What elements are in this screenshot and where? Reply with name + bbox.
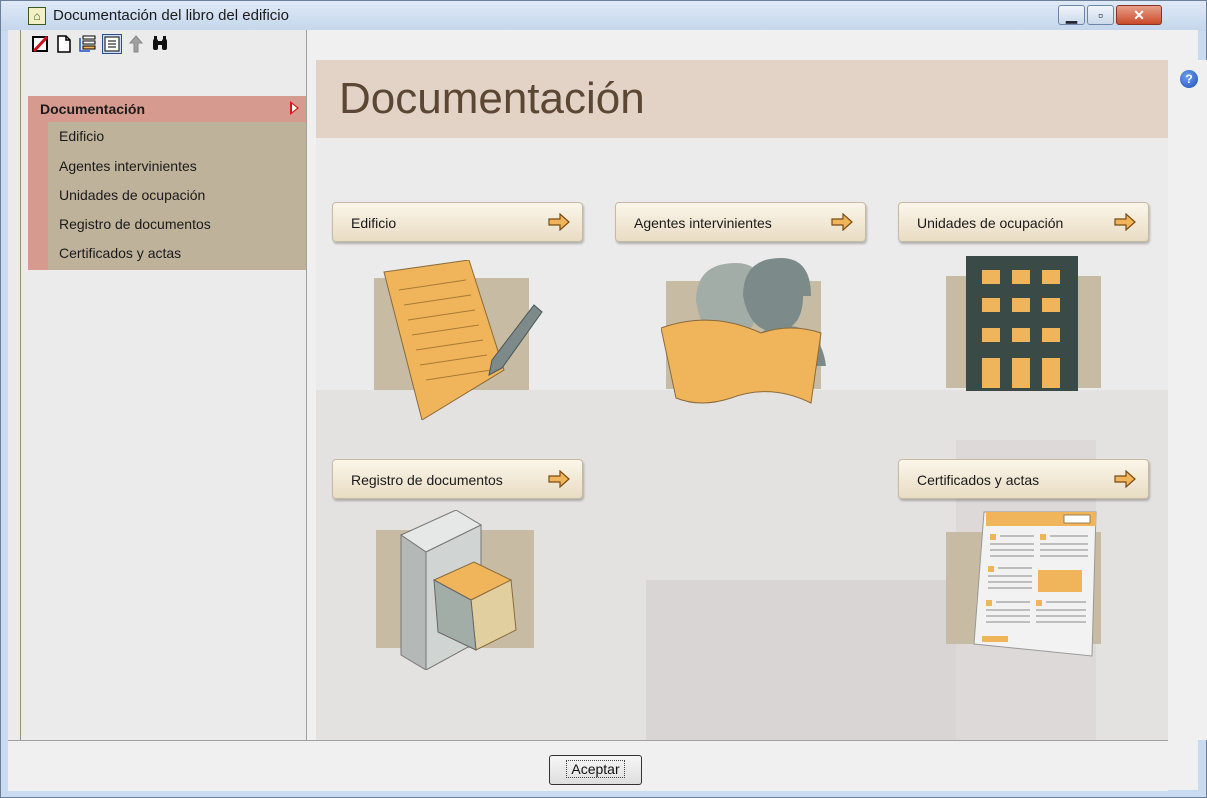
toolbar xyxy=(8,30,306,60)
right-gutter xyxy=(1168,60,1207,740)
close-button[interactable]: ✕ xyxy=(1116,5,1162,25)
document-pen-icon[interactable] xyxy=(374,260,544,420)
right-arrow-icon xyxy=(548,470,570,488)
edificio-button[interactable]: Edificio xyxy=(332,202,583,242)
help-icon[interactable]: ? xyxy=(1180,70,1198,88)
tree-item-unidades[interactable]: Unidades de ocupación xyxy=(59,183,205,207)
agentes-button[interactable]: Agentes intervinientes xyxy=(615,202,866,242)
filing-cabinet-icon[interactable] xyxy=(376,510,536,670)
expand-arrow-icon[interactable] xyxy=(290,101,299,115)
up-arrow-icon[interactable] xyxy=(126,34,146,54)
minimize-icon: ▁ xyxy=(1066,7,1077,23)
maximize-button[interactable]: ▫ xyxy=(1087,5,1114,25)
unidades-button[interactable]: Unidades de ocupación xyxy=(898,202,1149,242)
certificados-button-label: Certificados y actas xyxy=(917,472,1040,488)
registro-button[interactable]: Registro de documentos xyxy=(332,459,583,499)
accept-button[interactable]: Aceptar xyxy=(549,755,642,785)
tree-indent-band xyxy=(28,122,48,270)
tree-item-agentes[interactable]: Agentes intervinientes xyxy=(59,154,197,178)
edificio-button-label: Edificio xyxy=(351,215,397,231)
title-bar[interactable]: ⌂ Documentación del libro del edificio ▁… xyxy=(1,1,1206,31)
right-arrow-icon xyxy=(1114,470,1136,488)
agentes-button-label: Agentes intervinientes xyxy=(634,215,772,231)
tree-item-registro[interactable]: Registro de documentos xyxy=(59,212,211,236)
delete-icon[interactable] xyxy=(30,34,50,54)
right-arrow-icon xyxy=(831,213,853,231)
close-icon: ✕ xyxy=(1133,7,1145,23)
building-book-icon: ⌂ xyxy=(28,7,46,25)
certificados-button[interactable]: Certificados y actas xyxy=(898,459,1149,499)
content-area: Documentación Edificio Agentes intervini… xyxy=(316,60,1168,740)
right-arrow-icon xyxy=(1114,213,1136,231)
certificate-document-icon[interactable] xyxy=(946,510,1106,660)
view-details-icon[interactable] xyxy=(102,34,122,54)
accept-button-label: Aceptar xyxy=(566,760,625,778)
right-arrow-icon xyxy=(548,213,570,231)
registro-button-label: Registro de documentos xyxy=(351,472,503,488)
unidades-button-label: Unidades de ocupación xyxy=(917,215,1064,231)
binoculars-icon[interactable] xyxy=(150,34,170,54)
tree-root-item[interactable]: Documentación xyxy=(28,96,306,122)
tree-children: Edificio Agentes intervinientes Unidades… xyxy=(28,122,306,270)
tree-item-edificio[interactable]: Edificio xyxy=(59,124,104,148)
list-icon[interactable] xyxy=(78,34,98,54)
new-document-icon[interactable] xyxy=(54,34,74,54)
tree-item-certificados[interactable]: Certificados y actas xyxy=(59,241,181,265)
minimize-button[interactable]: ▁ xyxy=(1058,5,1085,25)
window-title: Documentación del libro del edificio xyxy=(53,7,289,24)
building-icon[interactable] xyxy=(946,256,1101,391)
workers-plan-icon[interactable] xyxy=(661,256,826,411)
maximize-icon: ▫ xyxy=(1098,7,1103,23)
tree-root-label: Documentación xyxy=(40,101,146,117)
panel-divider xyxy=(20,30,21,740)
page-title: Documentación xyxy=(339,74,645,123)
content-header: Documentación xyxy=(316,60,1168,138)
